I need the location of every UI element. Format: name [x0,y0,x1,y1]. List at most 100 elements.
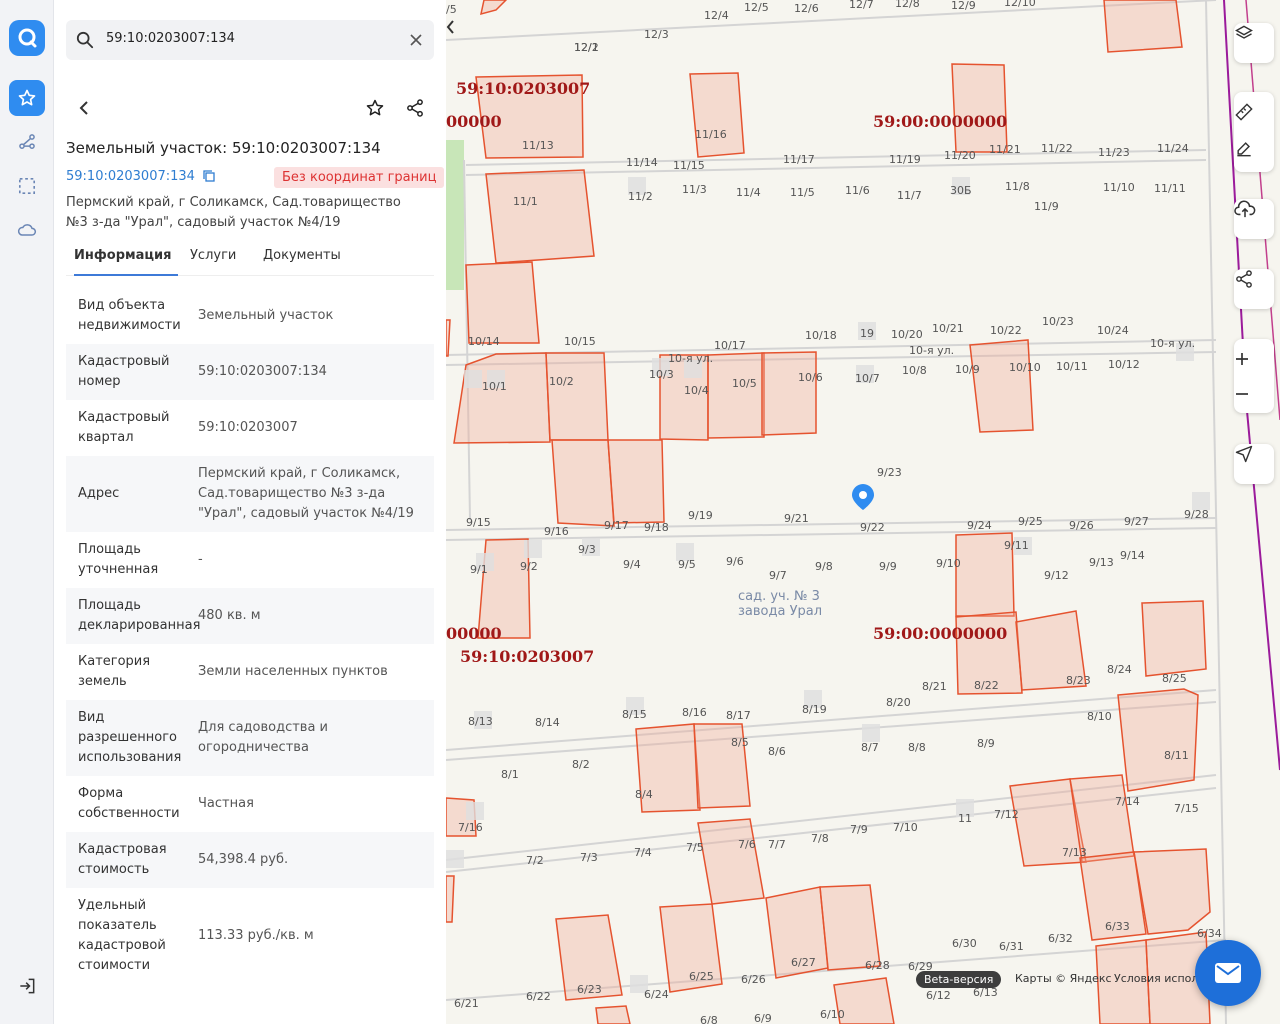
copy-icon[interactable] [203,170,215,182]
tab-info[interactable]: Информация [74,248,172,263]
search-input[interactable]: 59:10:0203007:134 [106,31,235,46]
chevron-left-icon [446,20,454,34]
parcel-polygon[interactable] [697,818,765,905]
plot-label: 9/16 [544,525,569,538]
parcel-polygon[interactable] [761,351,817,436]
tools-group [1234,92,1274,172]
parcel-polygon[interactable] [480,0,508,16]
plot-label: 6/24 [644,988,669,1001]
favorite-button[interactable] [358,91,392,125]
logout-icon[interactable] [9,968,45,1004]
quarter-label: 59:10:0203007 [456,79,590,98]
parcel-polygon[interactable] [819,884,881,971]
info-key: Вид разрешенного использования [78,710,182,765]
tab-services[interactable]: Услуги [190,248,236,263]
parcel-polygon[interactable] [595,1005,631,1024]
plot-label: 7/3 [580,851,598,864]
plot-label: 11/1 [513,195,538,208]
plot-label: 9/8 [815,560,833,573]
close-icon[interactable] [410,34,422,46]
parcel-polygon[interactable] [453,352,551,444]
map-view[interactable]: 12/1 12/2 12/3 12/4 12/5 12/6 12/7 12/8 12/9 12/1… [446,0,1280,1024]
zoom-out-icon[interactable] [1234,386,1250,402]
search-box[interactable]: 59:10:0203007:134 [66,20,434,60]
back-button[interactable] [67,91,101,125]
plot-label: 11/8 [1005,180,1030,193]
ruler-icon[interactable] [1234,102,1254,122]
plot-label: 7/6 [738,838,756,851]
parcel-polygon[interactable] [689,72,745,158]
parcel-polygon[interactable] [1141,600,1207,677]
plot-label: 8/5 [731,736,749,749]
parcel-polygon[interactable] [485,169,595,264]
search-icon [76,31,94,49]
plot-label: 8/14 [535,716,560,729]
parcel-polygon[interactable] [969,339,1034,433]
quarter-label: 59:00:0000000 [873,112,1007,131]
plot-label: 10/22 [990,324,1022,337]
info-value: Пермский край, г Соликамск, Сад.товарище… [198,466,414,521]
upload-button[interactable] [1234,199,1274,239]
edit-icon[interactable] [1234,139,1254,159]
parcel-polygon[interactable] [551,439,615,527]
cloud-icon[interactable] [9,212,45,248]
share-button[interactable] [398,91,432,125]
plot-label: 9/15 [466,516,491,529]
plot-label: 7/13 [1062,846,1087,859]
plot-label: 6/21 [454,997,479,1010]
parcel-polygon[interactable] [707,352,765,439]
plot-label: 8/19 [802,703,827,716]
parcel-polygon[interactable] [607,439,665,524]
locate-button[interactable] [1234,444,1274,484]
zoom-in-icon[interactable] [1234,351,1250,367]
plot-label: 9/27 [1124,515,1149,528]
plot-label: 9/17 [604,519,629,532]
select-area-icon[interactable] [9,168,45,204]
info-row: Вид разрешенного использования Для садово… [66,700,434,776]
mail-button[interactable] [1195,940,1261,1006]
star-icon[interactable] [9,80,45,116]
plot-label: 7/14 [1115,795,1140,808]
plot-label: 6/22 [526,990,551,1003]
map-terms-link[interactable]: Условия испол [1114,972,1198,985]
plot-label: 11/2 [628,190,653,203]
collapse-panel-button[interactable] [446,20,470,52]
plot-label: 9/19 [688,509,713,522]
route-icon[interactable] [9,124,45,160]
plot-label: 11/14 [626,156,658,169]
parcel-polygon[interactable] [545,352,609,441]
parcel-polygon[interactable] [465,261,540,344]
area-label: сад. уч. № 3 [738,589,820,604]
cad-number-link[interactable]: 59:10:0203007:134 [66,169,215,184]
info-row: Категория земель Земли населенных пунктов [66,644,434,700]
parcel-polygon[interactable] [446,875,455,923]
parcel-polygon[interactable] [446,319,451,357]
road-line [1205,0,1227,1024]
cadastral-map[interactable]: 12/112/212/312/412/5 12/6 12/7 12/8 12/9 12/1… [446,0,1280,1024]
plot-label: 9/28 [1184,508,1209,521]
plot-label: 11/5 [790,186,815,199]
building [466,802,484,820]
parcel-polygon[interactable] [1117,688,1199,792]
info-key: Вид объекта недвижимости [78,298,181,333]
share-icon [1236,270,1252,288]
layers-button[interactable] [1234,23,1274,63]
plot-label: 10/18 [805,329,837,342]
parcel-polygon[interactable] [951,63,1008,153]
plot-label: 12/10 [1004,0,1036,9]
plot-label: 8/11 [1164,749,1189,762]
parcel-polygon[interactable] [1133,848,1211,935]
location-pin-icon[interactable] [852,484,874,510]
logo-icon[interactable] [9,20,45,56]
parcel-polygon[interactable] [1103,0,1183,53]
plot-label: 10/2 [549,375,574,388]
share-map-button[interactable] [1234,269,1274,309]
plot-label: 10/10 [1009,361,1041,374]
plot-label: 10/15 [564,335,596,348]
mail-icon [1215,963,1241,983]
plot-label: 6/12 [926,989,951,1002]
map-copyright[interactable]: Карты © Яндекс [1015,972,1112,985]
plot-label: 12/2 [574,41,599,54]
tab-documents[interactable]: Документы [263,248,341,263]
plot-label: 7/2 [526,854,544,867]
